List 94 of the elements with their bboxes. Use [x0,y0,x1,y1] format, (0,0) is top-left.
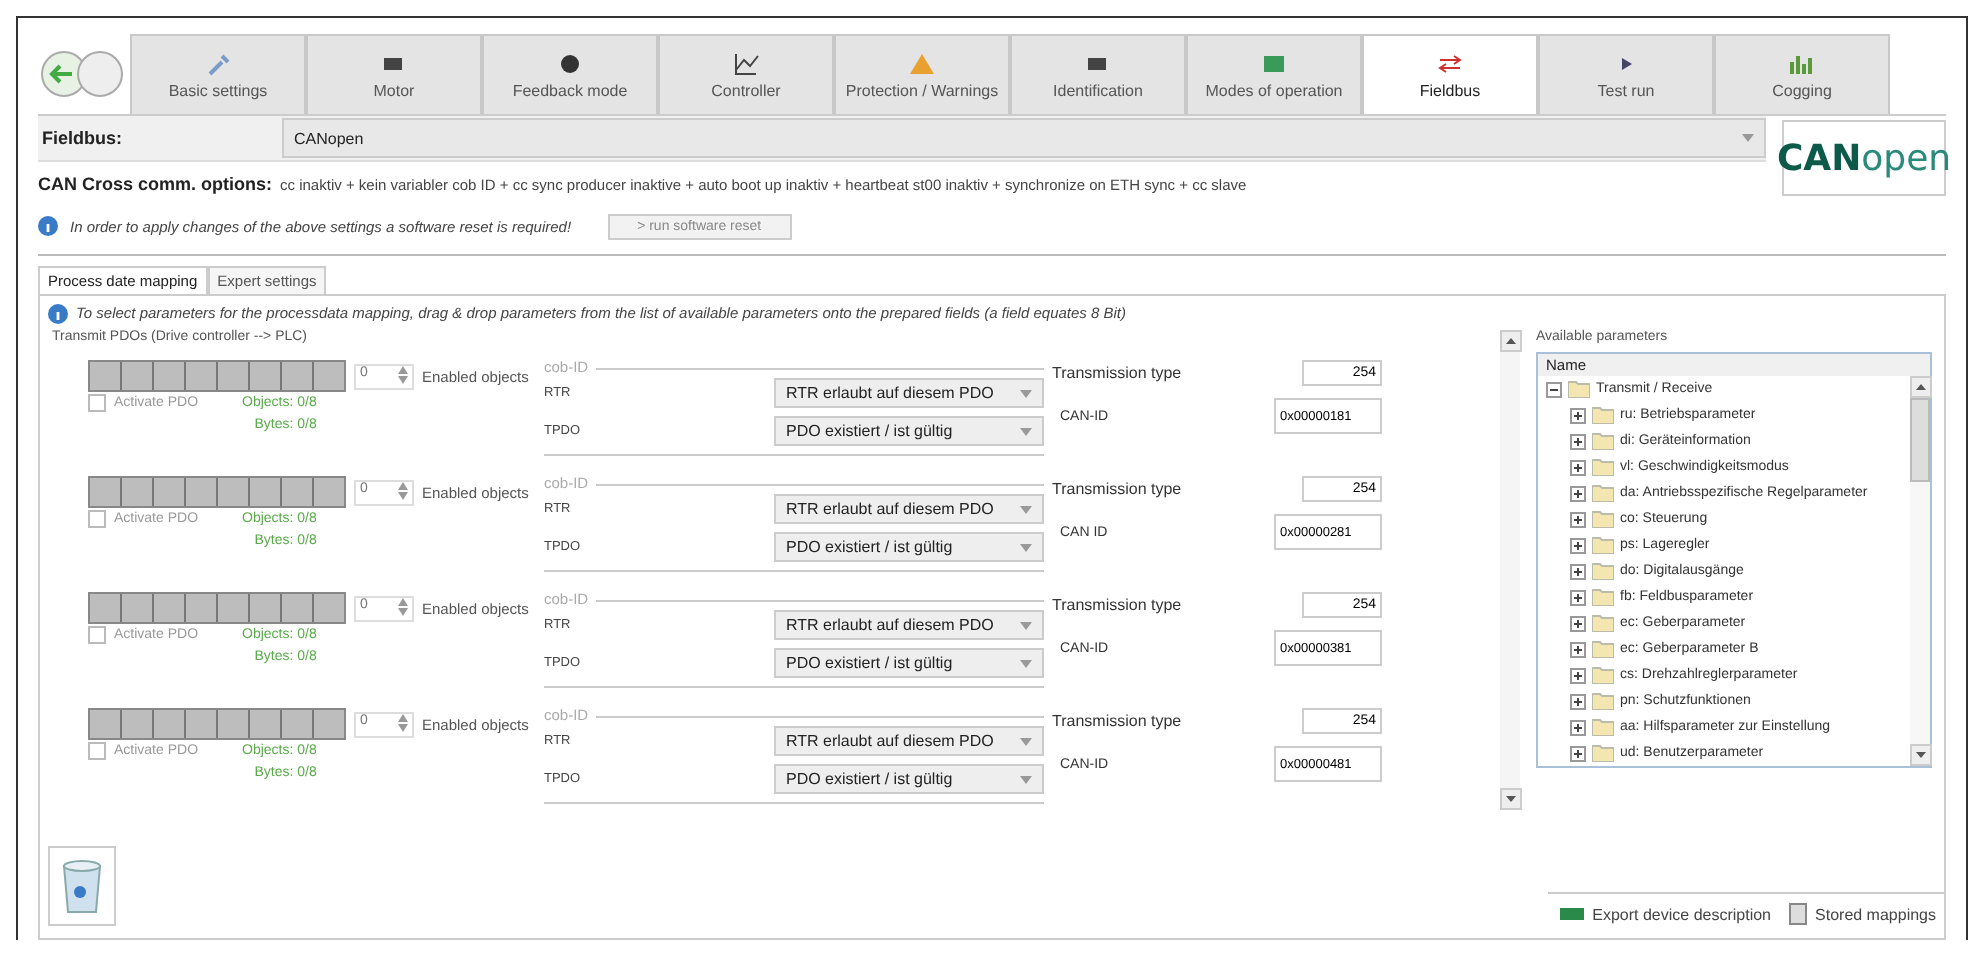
tab[interactable]: Feedback mode [482,34,658,114]
spin-arrows-icon [398,481,408,499]
tab-icon [556,51,584,75]
tpdo-dropdown[interactable]: PDO existiert / ist gültig [774,416,1044,446]
folder-icon [1592,692,1614,710]
tab[interactable]: Modes of operation [1186,34,1362,114]
scrollbar[interactable] [1910,376,1930,766]
caret-icon [1020,775,1032,783]
tab-icon [1436,51,1464,75]
tab-icon [204,51,232,75]
expander-icon[interactable] [1570,745,1586,761]
canopen-logo: CANopen [1782,120,1946,196]
tab[interactable]: Fieldbus [1362,34,1538,114]
expander-icon[interactable] [1570,511,1586,527]
scroll-down-icon[interactable] [1499,788,1521,810]
tab-icon [1260,51,1288,75]
scroll-down-icon[interactable] [1909,744,1931,766]
expander-icon[interactable] [1570,433,1586,449]
expander-icon[interactable] [1570,615,1586,631]
folder-icon [1592,484,1614,502]
rtr-dropdown[interactable]: RTR erlaubt auf diesem PDO [774,726,1044,756]
activate-checkbox[interactable] [88,510,106,528]
caret-icon [1020,505,1032,513]
expander-icon[interactable] [1570,693,1586,709]
folder-icon [1592,666,1614,684]
footer-link[interactable]: Export device description [1560,902,1772,926]
transmission-type-label: Transmission type [1052,712,1182,730]
expander-icon[interactable] [1570,641,1586,657]
expander-icon[interactable] [1570,459,1586,475]
transmission-type-label: Transmission type [1052,364,1182,382]
folder-icon [1592,510,1614,528]
expander-icon[interactable] [1570,407,1586,423]
tpdo-dropdown[interactable]: PDO existiert / ist gültig [774,764,1044,794]
folder-icon [1592,562,1614,580]
folder-icon [1592,718,1614,736]
tab-icon [732,51,760,75]
document-icon [1787,902,1808,926]
folder-icon [1568,380,1590,398]
tab[interactable]: Identification [1010,34,1186,114]
tab[interactable]: Test run [1538,34,1714,114]
rtr-dropdown[interactable]: RTR erlaubt auf diesem PDO [774,494,1044,524]
tpdo-dropdown[interactable]: PDO existiert / ist gültig [774,648,1044,678]
caret-icon [1742,134,1754,142]
caret-icon [1020,659,1032,667]
rtr-dropdown[interactable]: RTR erlaubt auf diesem PDO [774,378,1044,408]
folder-icon [1592,458,1614,476]
caret-icon [1020,621,1032,629]
spin-arrows-icon [398,365,408,383]
info-icon [48,303,68,323]
folder-icon [1592,536,1614,554]
fieldbus-label: Fieldbus: [40,128,124,148]
folder-icon [1592,406,1614,424]
transmission-type-label: Transmission type [1052,596,1182,614]
tab[interactable]: Basic settings [130,34,306,114]
spin-arrows-icon [398,713,408,731]
tab-icon [908,51,936,75]
tab[interactable]: Protection / Warnings [834,34,1010,114]
tab[interactable]: Cogging [1714,34,1890,114]
transmission-type-label: Transmission type [1052,480,1182,498]
footer-link[interactable]: Stored mappings [1787,902,1936,926]
folder-icon [1592,614,1614,632]
expander-icon[interactable] [1570,485,1586,501]
activate-checkbox[interactable] [88,394,106,412]
scroll-thumb[interactable] [1910,398,1930,482]
expander-icon[interactable] [1570,667,1586,683]
caret-icon [1020,427,1032,435]
scroll-up-icon[interactable] [1499,330,1521,352]
trash-bin-icon[interactable] [48,846,116,926]
activate-checkbox[interactable] [88,742,106,760]
scrollbar[interactable] [1500,330,1520,810]
folder-icon [1592,744,1614,762]
spin-arrows-icon [398,597,408,615]
expander-icon[interactable] [1570,719,1586,735]
fieldbus-dropdown[interactable]: CANopen [282,118,1766,158]
folder-icon [1592,588,1614,606]
comm-options-label: CAN Cross comm. options: [38,174,273,194]
folder-icon [1592,640,1614,658]
caret-icon [1020,543,1032,551]
expander-icon[interactable] [1570,537,1586,553]
scroll-up-icon[interactable] [1909,376,1931,398]
caret-icon [1020,737,1032,745]
expander-icon[interactable] [1546,381,1562,397]
activate-checkbox[interactable] [88,626,106,644]
rtr-dropdown[interactable]: RTR erlaubt auf diesem PDO [774,610,1044,640]
caret-icon [1020,389,1032,397]
tpdo-dropdown[interactable]: PDO existiert / ist gültig [774,532,1044,562]
tab[interactable]: Motor [306,34,482,114]
csv-file-icon [1560,908,1585,920]
folder-icon [1592,432,1614,450]
expander-icon[interactable] [1570,589,1586,605]
tab-icon [1788,51,1816,75]
expander-icon[interactable] [1570,563,1586,579]
tab[interactable]: Controller [658,34,834,114]
info-icon [38,216,58,236]
